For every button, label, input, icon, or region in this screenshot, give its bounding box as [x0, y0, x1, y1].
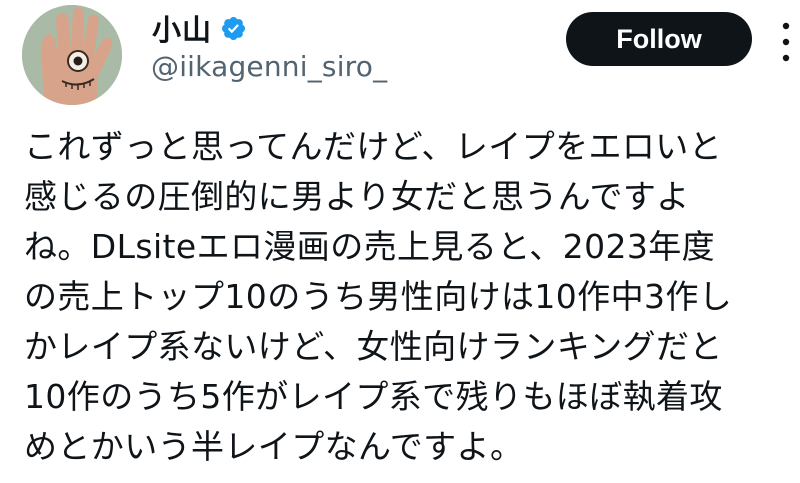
tweet-text-line: 10作のうち5作がレイプ系で残りもほぼ執着攻 — [24, 377, 723, 416]
author-display-name[interactable]: 小山 — [152, 7, 212, 49]
author-avatar[interactable] — [22, 5, 122, 105]
author-handle[interactable]: @iikagenni_siro_ — [151, 50, 387, 83]
more-options-icon[interactable] — [779, 18, 793, 66]
author-name-row: 小山 — [152, 6, 247, 50]
follow-button[interactable]: Follow — [566, 12, 752, 66]
tweet-text-line: 感じるの圧倒的に男より女だと思うんですよ — [24, 177, 690, 216]
hand-with-eye-avatar-icon — [22, 5, 122, 105]
verified-badge-icon — [221, 16, 246, 40]
tweet-text-line: これずっと思ってんだけど、レイプをエロいと — [24, 127, 723, 166]
tweet-text: これずっと思ってんだけど、レイプをエロいと 感じるの圧倒的に男より女だと思うんで… — [24, 122, 794, 472]
tweet-text-line: の売上トップ10のうち男性向けは10作中3作し — [24, 277, 733, 316]
tweet-text-line: めとかいう半レイプなんですよ。 — [24, 427, 524, 466]
tweet-text-line: かレイプ系ないけど、女性向けランキングだと — [24, 327, 723, 366]
tweet-text-line: ね。DLsiteエロ漫画の売上見ると、2023年度 — [24, 227, 716, 266]
